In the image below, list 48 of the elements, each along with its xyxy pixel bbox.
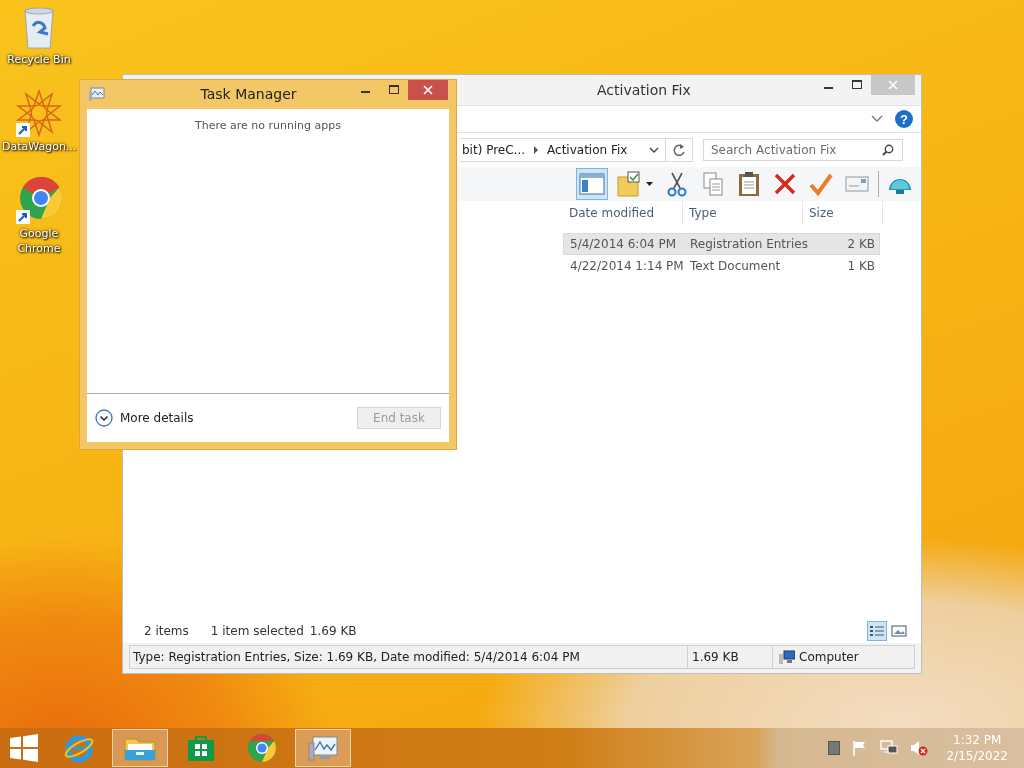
refresh-button[interactable]: [665, 138, 693, 162]
size-cell-text: 1 KB: [846, 259, 876, 273]
taskbar-button[interactable]: [295, 729, 351, 767]
clock-date: 2/15/2022: [946, 748, 1008, 764]
breadcrumb-arrow-icon: [533, 146, 540, 154]
file-row[interactable]: 4/22/2014 1:14 PM Text Document 1 KB: [563, 255, 880, 277]
selection-size: 1.69 KB: [309, 624, 357, 638]
chrome-icon[interactable]: [247, 733, 277, 763]
status-details: Type: Registration Entries, Size: 1.69 KB, Date modified: 5/4/2014 6:04 PM: [132, 650, 581, 664]
search-field[interactable]: Search Activation Fix: [703, 139, 903, 161]
monitor-chart-icon: [89, 87, 105, 102]
breadcrumb-item[interactable]: bit) PreC...: [462, 143, 526, 157]
address-bar[interactable]: bit) PreC... Activation Fix: [460, 138, 665, 162]
refresh-icon[interactable]: [672, 143, 686, 157]
item-count: 2 items: [144, 624, 189, 638]
window-title: Activation Fix: [597, 82, 691, 98]
recycle-bin-icon[interactable]: [21, 6, 57, 50]
help-button[interactable]: ?: [895, 110, 913, 128]
clock-time: 1:32 PM: [953, 732, 1002, 748]
breadcrumb-item[interactable]: Activation Fix: [547, 143, 628, 157]
more-details-link[interactable]: More details: [95, 409, 194, 427]
speaker-muted-icon[interactable]: [910, 740, 929, 756]
monitor-chart-icon[interactable]: [308, 735, 338, 761]
star-pattern-icon[interactable]: [15, 89, 63, 137]
selection-info: 1 item selected: [210, 624, 304, 638]
type-cell-text: Text Document: [689, 259, 782, 273]
empty-message: There are no running apps: [195, 119, 341, 133]
maximize-icon[interactable]: [388, 85, 400, 95]
expand-circle-icon[interactable]: [95, 409, 113, 427]
chevron-down-icon[interactable]: [871, 115, 883, 123]
maximize-icon[interactable]: [851, 80, 863, 90]
status-location: Computer: [799, 650, 859, 664]
network-icon[interactable]: [880, 740, 899, 756]
square-icon[interactable]: [828, 741, 841, 755]
search-icon: [882, 144, 894, 156]
date-cell-text: 4/22/2014 1:14 PM: [569, 259, 684, 273]
browser-e-icon[interactable]: [64, 733, 94, 763]
status-size: 1.69 KB: [687, 646, 772, 668]
computer-icon: [779, 650, 795, 664]
shopping-bag-icon[interactable]: [187, 734, 215, 762]
close-icon[interactable]: [423, 85, 433, 95]
window-title: Task Manager: [199, 85, 298, 102]
layout-pane-button[interactable]: [576, 168, 608, 200]
folder-options-button[interactable]: [614, 169, 656, 199]
file-row[interactable]: 5/4/2014 6:04 PM Registration Entries 2 KB: [563, 233, 880, 255]
chevron-down-icon[interactable]: [649, 146, 659, 154]
date-cell-text: 5/4/2014 6:04 PM: [569, 237, 678, 251]
taskbar-button[interactable]: [112, 729, 168, 767]
